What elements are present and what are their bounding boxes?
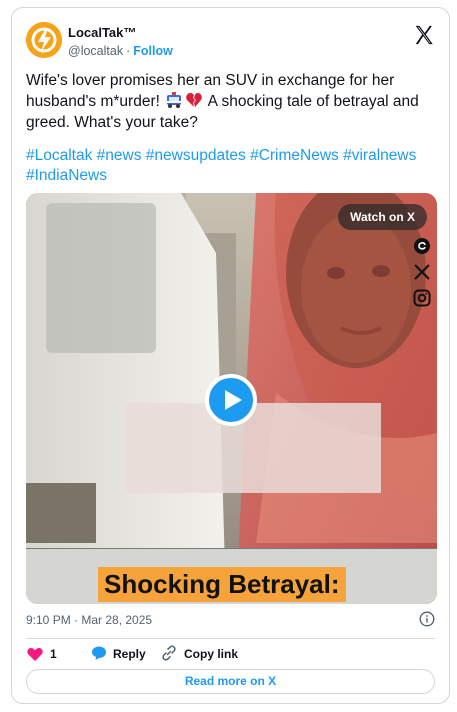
threads-icon (413, 237, 431, 255)
hashtag-link[interactable]: #CrimeNews (250, 147, 339, 164)
localtak-logo-icon (26, 22, 62, 58)
reply-label: Reply (113, 647, 146, 661)
social-icons-column (413, 237, 431, 315)
heart-icon (27, 647, 43, 661)
broken-heart-icon (186, 93, 203, 107)
hashtag-link[interactable]: #newsupdates (146, 147, 246, 164)
link-icon (162, 645, 176, 661)
read-more-button[interactable]: Read more on X (26, 669, 435, 694)
reply-button[interactable]: Reply (91, 644, 151, 664)
divider (26, 638, 435, 639)
video-caption: Shocking Betrayal: (98, 567, 346, 602)
police-car-icon (167, 92, 182, 108)
hashtag-link[interactable]: #viralnews (343, 147, 416, 164)
play-button[interactable] (205, 374, 257, 426)
hashtag-list: #Localtak #news #newsupdates #CrimeNews … (26, 146, 436, 186)
info-icon[interactable] (419, 611, 435, 627)
author-info: LocalTak™ @localtak · Follow (68, 25, 173, 60)
hashtag-link[interactable]: #IndiaNews (26, 167, 107, 184)
avatar[interactable] (26, 22, 62, 58)
play-icon (225, 390, 242, 410)
x-logo-icon[interactable] (413, 24, 435, 46)
separator: · (126, 44, 131, 58)
tweet-embed-card: LocalTak™ @localtak · Follow Wife's lover … (11, 7, 450, 704)
like-button[interactable]: 1 (26, 644, 62, 664)
like-count: 1 (50, 647, 57, 661)
author-handle-row: @localtak · Follow (68, 43, 173, 60)
author-handle[interactable]: @localtak (68, 44, 123, 58)
reply-bubble-icon (92, 646, 106, 660)
x-logo-small-icon (413, 263, 431, 281)
instagram-icon (413, 289, 431, 307)
hashtag-link[interactable]: #Localtak (26, 147, 92, 164)
tweet-timestamp[interactable]: 9:10 PM · Mar 28, 2025 (26, 613, 152, 627)
tweet-header: LocalTak™ @localtak · Follow (26, 22, 435, 62)
hashtag-link[interactable]: #news (97, 147, 142, 164)
copy-link-label: Copy link (184, 647, 239, 661)
copy-link-button[interactable]: Copy link (161, 644, 251, 664)
follow-button[interactable]: Follow (133, 44, 173, 58)
author-display-name[interactable]: LocalTak™ (68, 25, 173, 41)
tweet-text: Wife's lover promises her an SUV in exch… (26, 70, 436, 133)
video-player[interactable]: Watch on X Shocking Betrayal: (26, 193, 437, 604)
watch-on-x-button[interactable]: Watch on X (338, 204, 427, 230)
